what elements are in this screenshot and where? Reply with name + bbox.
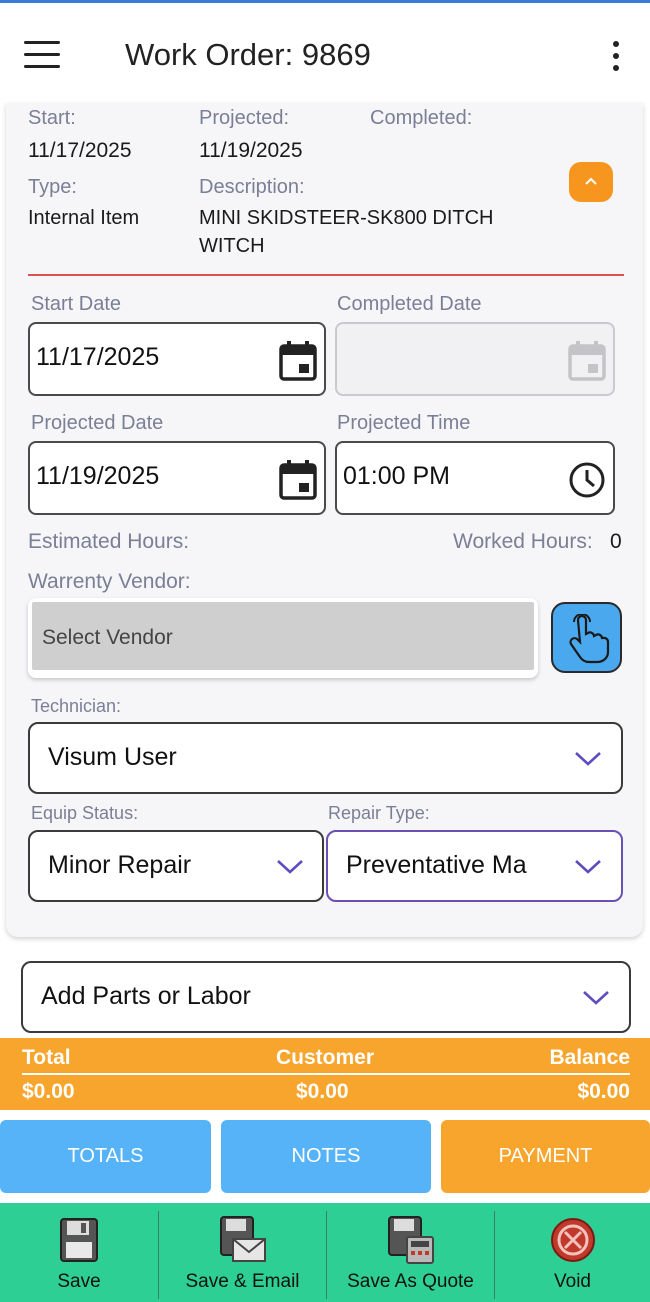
total-label: Total: [22, 1046, 71, 1069]
select-vendor-field[interactable]: Select Vendor: [28, 598, 538, 678]
type-label: Type:: [28, 176, 77, 198]
repair-type-select[interactable]: Preventative Ma: [326, 830, 623, 902]
projected-time-value: 01:00 PM: [343, 462, 451, 490]
clock-icon[interactable]: [567, 460, 607, 500]
technician-label: Technician:: [31, 696, 122, 716]
projected-date-field[interactable]: 11/19/2025: [28, 441, 326, 515]
projected-date-value: 11/19/2025: [36, 462, 160, 490]
save-email-icon: [219, 1216, 266, 1262]
description-value-line1: MINI SKIDSTEER-SK800 DITCH: [199, 207, 494, 229]
floppy-disk-icon: [60, 1218, 98, 1262]
chevron-down-icon: [575, 860, 601, 874]
page-title: Work Order: 9869: [125, 37, 371, 72]
completed-label: Completed:: [370, 107, 473, 129]
save-as-quote-button[interactable]: Save As Quote: [327, 1203, 494, 1302]
start-label: Start:: [28, 107, 76, 129]
projected-date-label: Projected Date: [31, 412, 164, 434]
balance-label: Balance: [549, 1046, 630, 1069]
equip-status-label: Equip Status:: [31, 803, 139, 823]
add-parts-label: Add Parts or Labor: [41, 982, 251, 1010]
totals-divider: [22, 1073, 630, 1075]
chevron-down-icon: [277, 860, 303, 874]
tab-payment[interactable]: PAYMENT: [441, 1120, 650, 1193]
save-as-quote-label: Save As Quote: [347, 1271, 474, 1292]
void-button[interactable]: Void: [495, 1203, 650, 1302]
save-label: Save: [57, 1271, 101, 1292]
repair-type-value: Preventative Ma: [346, 851, 527, 879]
vendor-picker-button[interactable]: [551, 602, 622, 673]
save-quote-icon: [387, 1216, 434, 1264]
completed-date-field: [335, 322, 615, 396]
add-parts-labor-select[interactable]: Add Parts or Labor: [21, 961, 631, 1033]
chevron-down-icon: [583, 991, 609, 1005]
app-bar: Work Order: 9869: [0, 3, 650, 103]
worked-hours-label: Worked Hours:: [453, 530, 593, 553]
repair-type-label: Repair Type:: [328, 803, 430, 823]
balance-value: $0.00: [577, 1080, 630, 1103]
customer-value: $0.00: [296, 1080, 349, 1103]
save-email-label: Save & Email: [185, 1271, 300, 1292]
total-value: $0.00: [22, 1080, 75, 1103]
technician-value: Visum User: [48, 743, 177, 771]
completed-date-label: Completed Date: [337, 293, 482, 315]
customer-label: Customer: [276, 1046, 375, 1069]
totals-summary-bar: Total Customer Balance $0.00 $0.00 $0.00: [0, 1038, 650, 1110]
start-value: 11/17/2025: [28, 139, 132, 162]
save-button[interactable]: Save: [0, 1203, 158, 1302]
save-email-button[interactable]: Save & Email: [159, 1203, 326, 1302]
equip-status-select[interactable]: Minor Repair: [28, 830, 324, 902]
worked-hours-value: 0: [610, 530, 622, 553]
description-label: Description:: [199, 176, 305, 198]
projected-time-field[interactable]: 01:00 PM: [335, 441, 615, 515]
estimated-hours-label: Estimated Hours:: [28, 530, 190, 553]
chevron-up-icon: [585, 177, 597, 185]
void-label: Void: [554, 1271, 591, 1292]
menu-icon[interactable]: [24, 41, 62, 71]
start-date-field[interactable]: 11/17/2025: [28, 322, 326, 396]
hand-pointer-icon: [569, 614, 610, 664]
start-date-value: 11/17/2025: [36, 343, 160, 371]
technician-select[interactable]: Visum User: [28, 722, 623, 794]
section-divider: [28, 274, 624, 276]
tab-notes[interactable]: NOTES: [221, 1120, 431, 1193]
bottom-toolbar: Save Save & Email Save As Quote Void: [0, 1203, 650, 1302]
projected-label: Projected:: [199, 107, 290, 129]
start-date-label: Start Date: [31, 293, 122, 315]
calendar-icon-disabled: [568, 341, 606, 381]
vendor-label: Warrenty Vendor:: [28, 570, 191, 593]
tab-totals[interactable]: TOTALS: [0, 1120, 211, 1193]
projected-time-label: Projected Time: [337, 412, 471, 434]
equip-status-value: Minor Repair: [48, 851, 192, 879]
void-icon: [550, 1218, 595, 1262]
vendor-placeholder: Select Vendor: [42, 626, 173, 649]
description-value-line2: WITCH: [199, 235, 265, 257]
calendar-icon[interactable]: [278, 340, 318, 382]
calendar-icon[interactable]: [278, 459, 318, 501]
collapse-details-button[interactable]: [569, 162, 613, 202]
chevron-down-icon: [575, 752, 601, 766]
type-value: Internal Item: [28, 207, 140, 229]
projected-value: 11/19/2025: [199, 139, 303, 162]
more-options-icon[interactable]: [608, 41, 624, 75]
